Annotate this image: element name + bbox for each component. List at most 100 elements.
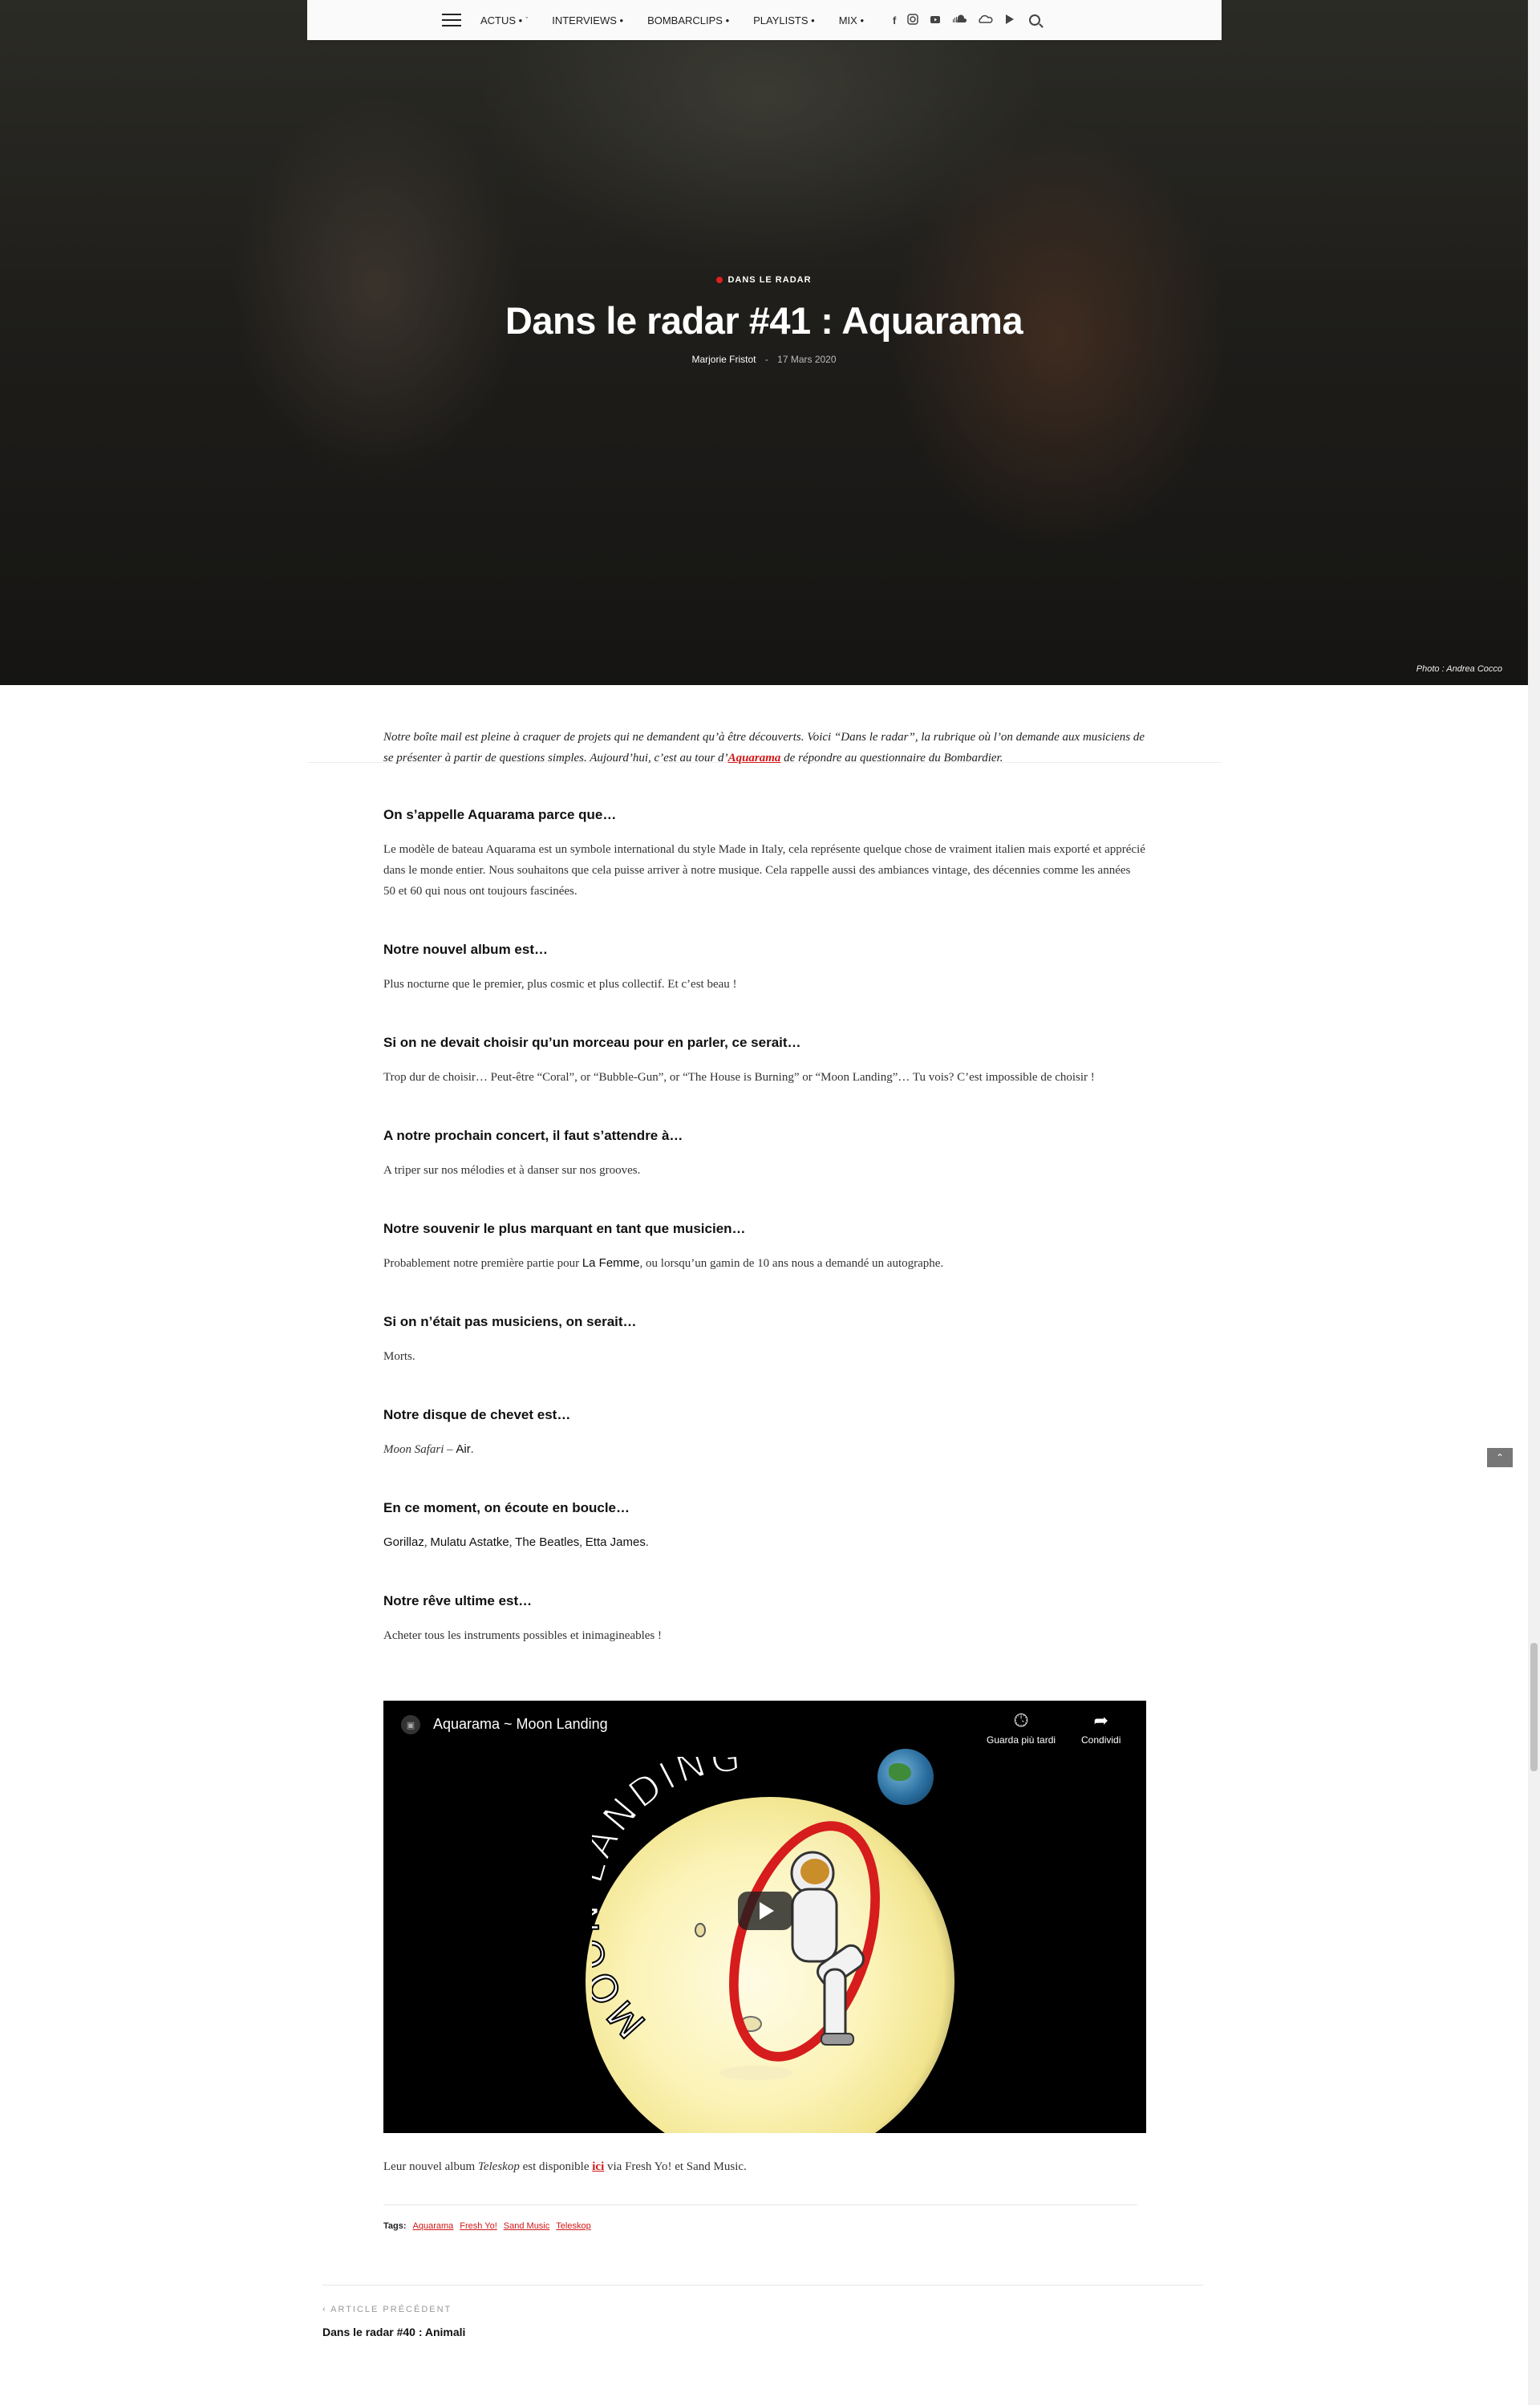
tag-link[interactable]: Teleskop xyxy=(556,2221,590,2231)
play-icon[interactable] xyxy=(1005,14,1015,26)
artist-name: Etta James xyxy=(585,1535,646,1549)
intro-text-end: de répondre au questionnaire du Bombardi… xyxy=(780,752,1003,764)
share-button[interactable]: ➦ Condividi xyxy=(1081,1712,1121,1746)
nav-item-label: ACTUS • xyxy=(480,14,523,26)
scrollbar-thumb[interactable] xyxy=(1530,1643,1538,1771)
answer-text: Acheter tous les instruments possibles e… xyxy=(383,1629,663,1642)
answer-part: , xyxy=(579,1536,586,1549)
album-availability: Leur nouvel album Teleskop est disponibl… xyxy=(383,2160,747,2174)
divider xyxy=(383,2204,1137,2205)
category-dot-icon xyxy=(716,277,723,283)
top-navigation: ACTUS • ˇ INTERVIEWS • BOMBARCLIPS • PLA… xyxy=(307,0,1222,40)
channel-avatar[interactable]: ▣ xyxy=(401,1715,420,1734)
answer-text: Morts. xyxy=(383,1350,415,1363)
article-intro: Notre boîte mail est pleine à craquer de… xyxy=(383,727,1145,769)
hero-meta: DANS LE RADAR Dans le radar #41 : Aquara… xyxy=(0,273,1528,365)
nav-item-playlists[interactable]: PLAYLISTS • xyxy=(753,14,815,26)
page-title: Dans le radar #41 : Aquarama xyxy=(505,299,1023,342)
mixcloud-icon[interactable] xyxy=(978,14,994,26)
question-heading: En ce moment, on écoute en boucle… xyxy=(383,1500,630,1515)
video-embed[interactable]: MOON LANDING ▣ Aquarama ~ Moon Landing 🕓… xyxy=(383,1701,1146,2133)
answer-text: Trop dur de choisir… Peut-être “Coral”, … xyxy=(383,1071,1095,1084)
artist-name: Air xyxy=(456,1442,471,1456)
clock-icon: 🕓︎ xyxy=(1014,1710,1028,1730)
crater xyxy=(695,1923,706,1937)
previous-label-text: ARTICLE PRÉCÉDENT xyxy=(330,2305,452,2314)
video-title[interactable]: Aquarama ~ Moon Landing xyxy=(433,1716,608,1733)
byline-separator: - xyxy=(764,354,768,365)
play-icon xyxy=(760,1902,774,1920)
category-badge[interactable]: DANS LE RADAR xyxy=(716,275,811,285)
question-heading: Notre disque de chevet est… xyxy=(383,1407,571,1422)
answer-part: Probablement notre première partie pour xyxy=(383,1257,582,1270)
svg-text:MOON LANDING: MOON LANDING xyxy=(592,1757,745,2046)
instagram-icon[interactable] xyxy=(907,14,919,26)
album-name: Moon Safari xyxy=(383,1443,444,1456)
tag-link[interactable]: Sand Music xyxy=(504,2221,549,2231)
chair-base xyxy=(720,2066,792,2080)
nav-item-actus[interactable]: ACTUS • ˇ xyxy=(480,14,528,26)
youtube-icon[interactable] xyxy=(930,14,941,26)
answer-text: A triper sur nos mélodies et à danser su… xyxy=(383,1164,641,1177)
answer-part: , ou lorsqu’un gamin de 10 ans nous a de… xyxy=(639,1257,944,1270)
search-icon[interactable] xyxy=(1029,14,1041,26)
menu-icon[interactable] xyxy=(442,14,461,26)
hero-image: DANS LE RADAR Dans le radar #41 : Aquara… xyxy=(0,0,1528,685)
artist-name: La Femme xyxy=(582,1256,640,1270)
chevron-down-icon: ˇ xyxy=(525,16,529,24)
artist-name: Mulatu Astatke xyxy=(430,1535,509,1549)
artwork-text: MOON LANDING xyxy=(592,1757,743,2047)
nav-item-label: INTERVIEWS • xyxy=(552,14,624,26)
scrollbar[interactable] xyxy=(1528,0,1540,2405)
question-heading: A notre prochain concert, il faut s’atte… xyxy=(383,1128,683,1143)
answer-text: Le modèle de bateau Aquarama est un symb… xyxy=(383,843,1145,898)
tag-link[interactable]: Aquarama xyxy=(413,2221,454,2231)
nav-item-bombarclips[interactable]: BOMBARCLIPS • xyxy=(647,14,729,26)
publish-date: 17 Mars 2020 xyxy=(777,354,837,365)
answer-text: Gorillaz, Mulatu Astatke, The Beatles, E… xyxy=(383,1532,1145,1553)
back-to-top-button[interactable]: ⌃ xyxy=(1487,1448,1513,1467)
answer-text: Probablement notre première partie pour … xyxy=(383,1253,1145,1274)
question-heading: On s’appelle Aquarama parce que… xyxy=(383,807,617,822)
share-label: Condividi xyxy=(1081,1734,1121,1746)
facebook-icon[interactable]: f xyxy=(893,15,896,26)
nav-item-label: MIX • xyxy=(838,14,864,26)
tags-label: Tags: xyxy=(383,2221,407,2231)
previous-article-label: ‹ ARTICLE PRÉCÉDENT xyxy=(322,2305,465,2314)
nav-item-label: PLAYLISTS • xyxy=(753,14,815,26)
watch-later-label: Guarda più tardi xyxy=(987,1734,1056,1746)
nav-item-interviews[interactable]: INTERVIEWS • xyxy=(552,14,623,26)
artist-name: The Beatles xyxy=(515,1535,580,1549)
category-label: DANS LE RADAR xyxy=(727,275,812,285)
previous-article-title[interactable]: Dans le radar #40 : Animali xyxy=(322,2326,465,2338)
nav-item-label: BOMBARCLIPS • xyxy=(647,14,730,26)
text-part: Leur nouvel album xyxy=(383,2160,478,2173)
answer-text: Moon Safari – Air. xyxy=(383,1439,1145,1460)
artist-name: Gorillaz xyxy=(383,1535,424,1549)
previous-article[interactable]: ‹ ARTICLE PRÉCÉDENT Dans le radar #40 : … xyxy=(322,2305,465,2338)
article-body: Notre boîte mail est pleine à craquer de… xyxy=(383,727,1145,1646)
nav-item-mix[interactable]: MIX • xyxy=(839,14,864,26)
question-heading: Notre souvenir le plus marquant en tant … xyxy=(383,1221,746,1236)
question-heading: Notre rêve ultime est… xyxy=(383,1593,533,1608)
tag-link[interactable]: Fresh Yo! xyxy=(460,2221,496,2231)
text-part: via Fresh Yo! et Sand Music. xyxy=(604,2160,747,2173)
question-heading: Notre nouvel album est… xyxy=(383,942,548,957)
author-link[interactable]: Marjorie Fristot xyxy=(691,354,756,365)
chevron-left-icon: ‹ xyxy=(322,2305,331,2314)
play-button[interactable] xyxy=(738,1892,792,1930)
text-part: est disponible xyxy=(519,2160,593,2173)
answer-part: . xyxy=(470,1443,474,1456)
social-icons: f xyxy=(893,14,1015,26)
astronaut xyxy=(790,1851,865,2046)
answer-text: Plus nocturne que le premier, plus cosmi… xyxy=(383,978,737,991)
aquarama-link[interactable]: Aquarama xyxy=(728,752,781,764)
buy-link[interactable]: ici xyxy=(592,2160,604,2173)
soundcloud-icon[interactable] xyxy=(952,14,967,26)
photo-credit: Photo : Andrea Cocco xyxy=(1416,664,1502,674)
album-name: Teleskop xyxy=(477,2160,520,2173)
watch-later-button[interactable]: 🕓︎ Guarda più tardi xyxy=(987,1712,1056,1746)
answer-part: – xyxy=(444,1443,456,1456)
byline: Marjorie Fristot - 17 Mars 2020 xyxy=(0,354,1528,365)
earth-artwork xyxy=(877,1749,934,1805)
